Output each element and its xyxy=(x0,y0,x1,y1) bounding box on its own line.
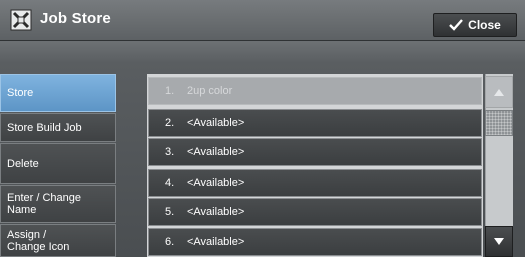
job-name: <Available> xyxy=(187,236,245,248)
close-label: Close xyxy=(468,18,501,32)
nav-enter-change-name[interactable]: Enter / Change Name xyxy=(0,185,116,223)
job-name: <Available> xyxy=(187,206,245,218)
job-number: 1. xyxy=(165,85,175,97)
sub-header-bar xyxy=(0,41,525,63)
nav-store-build-job[interactable]: Store Build Job xyxy=(0,113,116,142)
scroll-up-button[interactable] xyxy=(485,76,513,108)
title-bar: Job Store Close xyxy=(0,0,525,41)
job-store-icon xyxy=(10,9,32,31)
job-name: <Available> xyxy=(187,117,245,129)
job-row-4[interactable]: 4. <Available> xyxy=(148,169,482,197)
triangle-down-icon xyxy=(494,238,504,245)
nav-item-label: Delete xyxy=(7,157,39,170)
job-row-3[interactable]: 3. <Available> xyxy=(148,138,482,166)
scrollbar-thumb[interactable] xyxy=(485,110,513,136)
nav-item-label: Store xyxy=(7,87,34,99)
job-number: 5. xyxy=(165,206,175,218)
check-icon xyxy=(449,19,464,31)
job-row-6[interactable]: 6. <Available> xyxy=(148,228,482,256)
nav-assign-change-icon[interactable]: Assign / Change Icon xyxy=(0,224,116,257)
nav-item-label: Store Build Job xyxy=(7,121,82,134)
job-row-1: 1. 2up color xyxy=(148,77,482,105)
job-name: 2up color xyxy=(187,85,233,97)
job-number: 2. xyxy=(165,117,175,129)
job-number: 6. xyxy=(165,236,175,248)
nav-item-label: Enter / Change Name xyxy=(7,192,81,216)
job-row-5[interactable]: 5. <Available> xyxy=(148,198,482,226)
nav-item-label: Assign / Change Icon xyxy=(7,228,70,253)
job-number: 4. xyxy=(165,177,175,189)
close-button[interactable]: Close xyxy=(433,13,517,37)
job-name: <Available> xyxy=(187,146,245,158)
nav-delete[interactable]: Delete xyxy=(0,143,116,184)
job-name: <Available> xyxy=(187,177,245,189)
job-row-2[interactable]: 2. <Available> xyxy=(148,109,482,137)
job-number: 3. xyxy=(165,146,175,158)
nav-store[interactable]: Store xyxy=(0,74,116,112)
triangle-up-icon xyxy=(494,88,504,96)
window-title: Job Store xyxy=(40,10,111,27)
scroll-down-button[interactable] xyxy=(485,226,513,257)
